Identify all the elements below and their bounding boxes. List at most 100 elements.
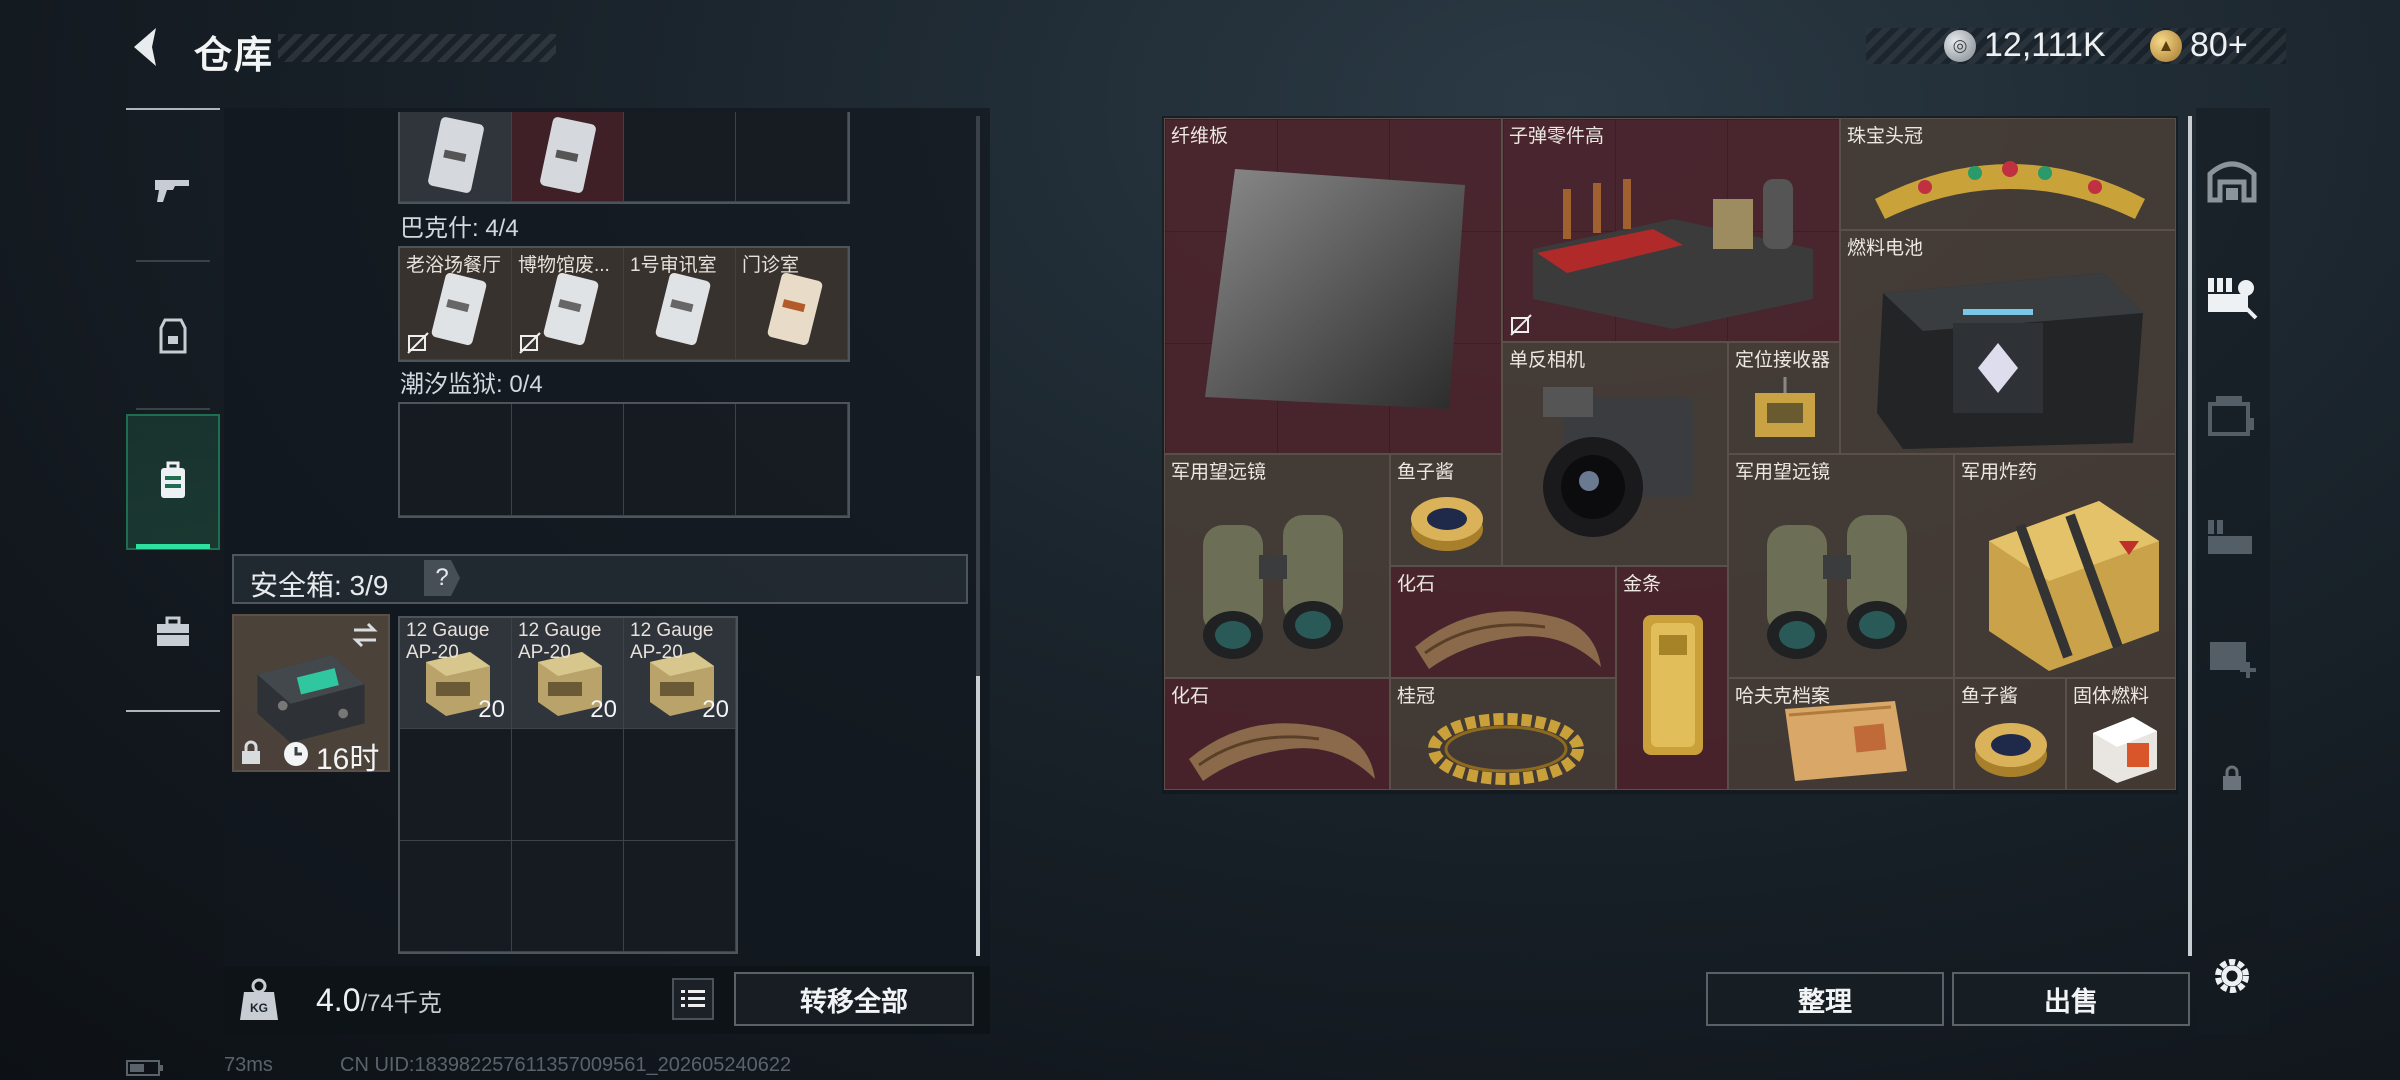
empty-slot[interactable]: [400, 404, 512, 516]
stash-item[interactable]: 军用望远镜: [1728, 454, 1954, 678]
warehouse-icon: [2207, 161, 2257, 203]
key-grid-top: [398, 112, 850, 204]
empty-slot[interactable]: [736, 112, 848, 202]
stash-tab-add[interactable]: [2200, 624, 2264, 688]
item-name: 军用望远镜: [1735, 462, 1831, 483]
transfer-all-button[interactable]: 转移全部: [734, 972, 974, 1026]
svg-text:KG: KG: [250, 1001, 268, 1015]
nav-active-indicator: [136, 544, 210, 549]
pistol-icon: [155, 180, 189, 202]
chaoxi-label: 潮汐监狱: 0/4: [400, 371, 543, 398]
ammo-count: 20: [702, 696, 729, 724]
chaoxi-key-grid: [398, 402, 850, 518]
empty-slot[interactable]: [400, 729, 512, 841]
stash-item[interactable]: 鱼子酱: [1390, 454, 1502, 566]
safe-box-grid: 12 Gauge AP-20 20 12 Gauge AP-20 20 12 G…: [398, 616, 738, 954]
lock-icon: [2223, 765, 2241, 790]
stash-item[interactable]: 纤维板: [1164, 118, 1502, 454]
ammo-name: 12 Gauge: [406, 620, 490, 641]
nav-case[interactable]: [126, 566, 220, 698]
keycard-slot[interactable]: [512, 112, 624, 202]
nav-armor[interactable]: [126, 270, 220, 402]
stash-item[interactable]: 鱼子酱: [1954, 678, 2066, 790]
item-name: 单反相机: [1509, 350, 1586, 371]
stash-item[interactable]: 子弹零件高: [1502, 118, 1840, 342]
item-name: 化石: [1397, 574, 1436, 595]
empty-slot[interactable]: [624, 840, 736, 952]
list-icon: [681, 990, 705, 1007]
empty-slot[interactable]: [400, 840, 512, 952]
binoculars-icon: [1767, 515, 1907, 659]
stash-tab-all[interactable]: [2200, 262, 2264, 326]
ammo-slot[interactable]: 12 Gauge AP-20 20: [400, 618, 512, 730]
item-category-icon: [2208, 278, 2258, 320]
stash-scrollbar[interactable]: [2188, 116, 2192, 956]
empty-slot[interactable]: [624, 112, 736, 202]
no-trade-icon: [519, 332, 541, 354]
item-name: 珠宝头冠: [1847, 126, 1924, 147]
stash-item[interactable]: 金条: [1616, 566, 1728, 790]
empty-slot[interactable]: [512, 840, 624, 952]
caviar-tin-icon: [1975, 723, 2047, 777]
stash-item[interactable]: 定位接收器: [1728, 342, 1840, 454]
stash-item[interactable]: 固体燃料: [2066, 678, 2176, 790]
battery-icon: [126, 1060, 163, 1076]
stash-item[interactable]: 单反相机: [1502, 342, 1728, 566]
stash-item[interactable]: 军用炸药: [1954, 454, 2176, 678]
backpack-scroll-thumb[interactable]: [976, 676, 980, 956]
nav-backpack[interactable]: [126, 414, 220, 550]
stash-tab-locked[interactable]: [2200, 746, 2264, 810]
add-stash-icon: [2210, 642, 2256, 678]
stash-item[interactable]: 化石: [1164, 678, 1390, 790]
sort-button[interactable]: 整理: [1706, 972, 1944, 1026]
stash-item[interactable]: 化石: [1390, 566, 1616, 678]
empty-slot[interactable]: [624, 729, 736, 841]
stash-tab-home[interactable]: [2200, 148, 2264, 212]
back-button[interactable]: [124, 24, 170, 70]
bakeshi-key-grid: 老浴场餐厅 博物馆废... 1号审讯室 门诊室: [398, 246, 850, 362]
clock-icon: [284, 742, 308, 766]
keycard-slot[interactable]: [400, 112, 512, 202]
stash-item[interactable]: 桂冠: [1390, 678, 1616, 790]
stash-tab-rail: [2196, 108, 2270, 1034]
nav-divider: [126, 108, 220, 110]
stash-item[interactable]: 哈夫克档案: [1728, 678, 1954, 790]
item-name: 燃料电池: [1847, 238, 1924, 259]
swap-icon[interactable]: [350, 620, 380, 650]
keycard-slot[interactable]: 1号审讯室: [624, 248, 736, 360]
keycard-slot[interactable]: 门诊室: [736, 248, 848, 360]
keycard-icon: [540, 117, 596, 193]
empty-slot[interactable]: [512, 404, 624, 516]
key-name: 门诊室: [742, 255, 800, 276]
keycard-slot[interactable]: 博物馆废...: [512, 248, 624, 360]
item-name: 鱼子酱: [1961, 686, 2019, 707]
caviar-tin-icon: [1411, 497, 1483, 551]
stash-tab-3[interactable]: [2200, 504, 2264, 568]
stash-item[interactable]: 珠宝头冠: [1840, 118, 2176, 230]
stash-item[interactable]: 燃料电池: [1840, 230, 2176, 454]
document-folder-icon: [1785, 701, 1907, 781]
fossil-claw-icon: [1415, 611, 1601, 669]
nav-divider: [136, 260, 210, 262]
empty-slot[interactable]: [736, 404, 848, 516]
nav-weapon[interactable]: [126, 124, 220, 256]
settings-gear-icon[interactable]: [2208, 952, 2256, 1000]
stash-tab-2[interactable]: [2200, 384, 2264, 448]
item-name: 固体燃料: [2073, 686, 2150, 707]
item-name: 哈夫克档案: [1735, 686, 1831, 707]
sell-button[interactable]: 出售: [1952, 972, 2190, 1026]
title-decoration: [278, 34, 556, 62]
ammo-slot[interactable]: 12 Gauge AP-20 20: [624, 618, 736, 730]
ammo-slot[interactable]: 12 Gauge AP-20 20: [512, 618, 624, 730]
empty-slot[interactable]: [624, 404, 736, 516]
list-view-button[interactable]: [672, 978, 714, 1020]
tickets-value[interactable]: 80+: [2190, 26, 2248, 65]
explosive-crate-icon: [1989, 501, 2159, 671]
ammo-parts-icon: [1533, 179, 1813, 329]
keycard-slot[interactable]: 老浴场餐厅: [400, 248, 512, 360]
item-name: 军用炸药: [1961, 462, 2038, 483]
empty-slot[interactable]: [512, 729, 624, 841]
stash-item[interactable]: 军用望远镜: [1164, 454, 1390, 678]
fuel-cell-icon: [1877, 273, 2143, 449]
fiber-board-icon: [1205, 169, 1465, 409]
